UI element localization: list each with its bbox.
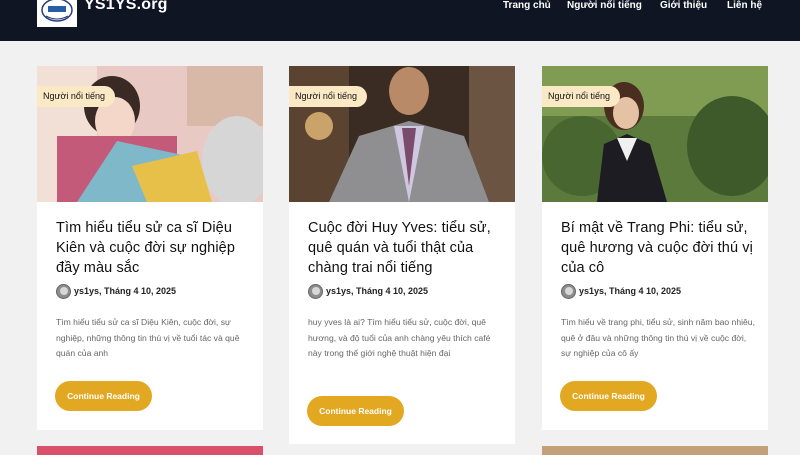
post-excerpt: Tìm hiểu về trang phi, tiểu sử, sinh năm… [561,317,755,358]
site-name[interactable]: YS1YS.org [84,0,168,14]
post-author-date[interactable]: ys1ys, Tháng 4 10, 2025 [579,286,681,296]
site-header: YS1YS.org Trang chủ Người nổi tiếng Giới… [0,0,800,41]
author-avatar [561,283,576,299]
category-badge[interactable]: Người nổi tiếng [542,86,620,107]
nav-contact[interactable]: Liên hệ [727,0,762,12]
nav-home[interactable]: Trang chủ [503,0,551,12]
post-meta: ys1ys, Tháng 4 10, 2025 [56,283,176,299]
site-logo[interactable] [37,0,77,27]
post-excerpt: Tìm hiểu tiểu sử ca sĩ Diệu Kiên, cuộc đ… [56,317,240,358]
nav-about[interactable]: Giới thiệu [660,0,707,12]
post-meta: ys1ys, Tháng 4 10, 2025 [561,283,681,299]
category-badge[interactable]: Người nổi tiếng [289,86,367,107]
post-author-date[interactable]: ys1ys, Tháng 4 10, 2025 [326,286,428,296]
post-thumbnail[interactable] [37,446,263,455]
post-title[interactable]: Cuộc đời Huy Yves: tiểu sử, quê quán và … [308,218,503,278]
post-author-date[interactable]: ys1ys, Tháng 4 10, 2025 [74,286,176,296]
category-badge[interactable]: Người nổi tiếng [37,86,115,107]
post-title[interactable]: Tìm hiểu tiểu sử ca sĩ Diệu Kiên và cuộc… [56,218,251,278]
post-title[interactable]: Bí mật về Trang Phi: tiểu sử, quê hương … [561,218,756,278]
continue-reading-button[interactable]: Continue Reading [560,381,657,411]
post-card: Người nổi tiếng Cuộc đời Huy Yves: tiểu … [289,66,515,444]
continue-reading-button[interactable]: Continue Reading [307,396,404,426]
post-meta: ys1ys, Tháng 4 10, 2025 [308,283,428,299]
post-card: Người nổi tiếng Tìm hiểu tiểu sử ca sĩ D… [37,66,263,430]
post-card: Người nổi tiếng Bí mật về Trang Phi: tiể… [542,66,768,430]
continue-reading-button[interactable]: Continue Reading [55,381,152,411]
post-thumbnail[interactable] [542,446,768,455]
post-excerpt: huy yves là ai? Tìm hiểu tiểu sử, cuộc đ… [308,317,491,358]
author-avatar [56,283,71,299]
nav-celebrities[interactable]: Người nổi tiếng [567,0,642,12]
author-avatar [308,283,323,299]
